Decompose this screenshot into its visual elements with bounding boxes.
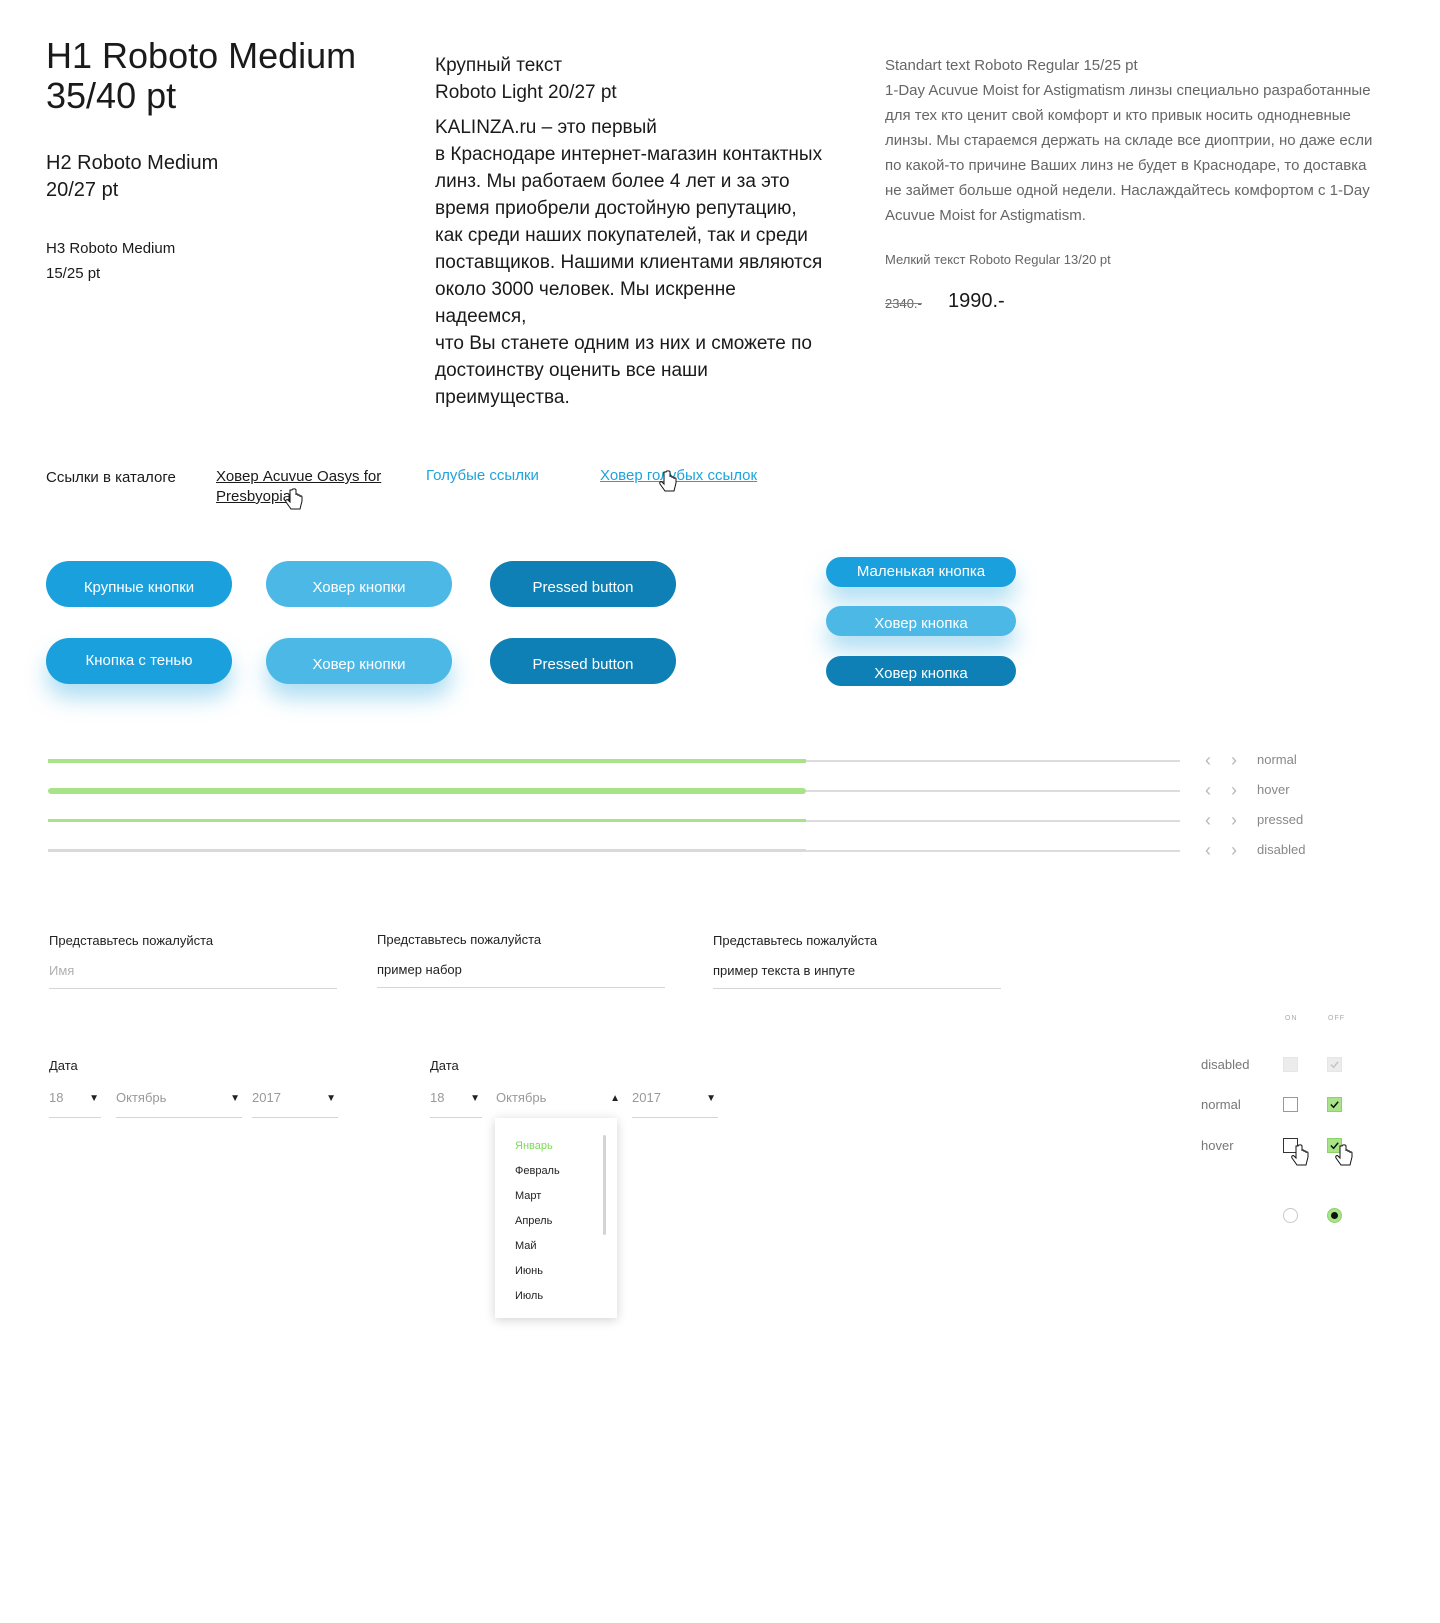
checkbox-off-header: OFF: [1328, 1015, 1345, 1022]
large-button-pressed[interactable]: Pressed button: [490, 561, 676, 607]
checkbox-state-label: disabled: [1201, 1057, 1250, 1072]
chevron-left-icon[interactable]: ‹: [1205, 781, 1211, 799]
year-value: 2017: [252, 1090, 281, 1105]
year-select[interactable]: 2017 ▼: [252, 1088, 338, 1118]
h1-line-2: 35/40 pt: [46, 75, 177, 116]
slider-state-label: pressed: [1257, 812, 1304, 827]
h1-sample: H1 Roboto Medium 35/40 pt: [46, 36, 356, 116]
chevron-left-icon: ‹: [1205, 840, 1211, 860]
chevron-right-icon[interactable]: ›: [1231, 751, 1237, 769]
small-button-hover[interactable]: Ховер кнопка: [826, 606, 1016, 636]
blue-link-hover[interactable]: Ховер голубых ссылок: [600, 467, 757, 484]
month-value: Октябрь: [116, 1090, 167, 1105]
blue-link[interactable]: Голубые ссылки: [426, 467, 539, 484]
standard-text-body: 1-Day Acuvue Moist for Astigmatism линзы…: [885, 82, 1373, 224]
caret-up-icon: ▲: [610, 1093, 620, 1104]
checkbox-on-header: ON: [1285, 1015, 1298, 1022]
month-option[interactable]: Январь: [515, 1140, 553, 1152]
large-text-title-line-1: Крупный текст: [435, 55, 563, 76]
checkbox-disabled-unchecked: [1283, 1057, 1298, 1072]
slider-fill-hover: [48, 788, 807, 794]
chevron-right-icon[interactable]: ›: [1231, 781, 1237, 799]
h3-sample: H3 Roboto Medium 15/25 pt: [46, 236, 175, 286]
chevron-left-icon[interactable]: ‹: [1205, 811, 1211, 829]
checkmark-icon: [1330, 1061, 1339, 1069]
date-label: Дата: [430, 1058, 459, 1073]
month-option[interactable]: Апрель: [515, 1215, 552, 1227]
h3-line-2: 15/25 pt: [46, 265, 101, 282]
shadow-button[interactable]: Кнопка с тенью: [46, 638, 232, 684]
new-price: 1990.-: [948, 290, 1005, 312]
small-text-title: Мелкий текст Roboto Regular 13/20 pt: [885, 252, 1111, 267]
h2-line-1: H2 Roboto Medium: [46, 152, 219, 174]
checkbox-state-label: normal: [1201, 1097, 1241, 1112]
slider-fill-disabled: [48, 849, 807, 852]
chevron-left-icon[interactable]: ‹: [1205, 751, 1211, 769]
h2-sample: H2 Roboto Medium 20/27 pt: [46, 150, 218, 204]
h1-line-1: H1 Roboto Medium: [46, 35, 357, 76]
day-value: 18: [430, 1090, 445, 1105]
hand-pointer-icon: [285, 488, 303, 510]
slider-state-label: hover: [1257, 782, 1290, 797]
old-price: 2340.-: [885, 296, 922, 311]
checkbox-unchecked[interactable]: [1283, 1097, 1298, 1112]
hand-pointer-icon: [1335, 1144, 1353, 1166]
month-option[interactable]: Март: [515, 1190, 541, 1202]
large-button-hover[interactable]: Ховер кнопки: [266, 561, 452, 607]
name-input-typing[interactable]: [377, 962, 665, 988]
shadow-button-pressed[interactable]: Pressed button: [490, 638, 676, 684]
month-select[interactable]: Октябрь ▼: [116, 1088, 242, 1118]
month-option[interactable]: Июнь: [515, 1265, 543, 1277]
radio-off[interactable]: [1283, 1208, 1298, 1223]
slider-fill-normal: [48, 759, 807, 763]
chevron-right-icon[interactable]: ›: [1231, 811, 1237, 829]
name-field-label: Представьтесь пожалуйста: [713, 933, 878, 948]
name-input[interactable]: [49, 963, 337, 989]
caret-down-icon: ▼: [89, 1093, 99, 1104]
slider-state-label: normal: [1257, 752, 1297, 767]
day-select[interactable]: 18 ▼: [49, 1088, 101, 1118]
caret-down-icon: ▼: [230, 1093, 240, 1104]
radio-on[interactable]: [1327, 1208, 1342, 1223]
month-value: Октябрь: [496, 1090, 547, 1105]
hand-pointer-icon: [659, 470, 677, 492]
catalog-links-label: Ссылки в каталоге: [46, 469, 176, 486]
slider-fill-pressed: [48, 819, 807, 822]
h2-line-2: 20/27 pt: [46, 179, 119, 201]
small-button-pressed[interactable]: Ховер кнопка: [826, 656, 1016, 686]
dropdown-scrollbar[interactable]: [603, 1135, 606, 1235]
month-option[interactable]: Июль: [515, 1290, 543, 1302]
large-text-title: Крупный текст Roboto Light 20/27 pt: [435, 52, 617, 106]
caret-down-icon: ▼: [706, 1093, 716, 1104]
month-dropdown-list: Январь Февраль Март Апрель Май Июнь Июль: [495, 1118, 617, 1318]
large-text-title-line-2: Roboto Light 20/27 pt: [435, 82, 617, 103]
shadow-button-hover[interactable]: Ховер кнопки: [266, 638, 452, 684]
name-field-label: Представьтесь пожалуйста: [49, 933, 214, 948]
checkbox-disabled-checked: [1327, 1057, 1342, 1072]
caret-down-icon: ▼: [326, 1093, 336, 1104]
date-label: Дата: [49, 1058, 78, 1073]
name-field-label: Представьтесь пожалуйста: [377, 932, 542, 947]
year-value: 2017: [632, 1090, 661, 1105]
caret-down-icon: ▼: [470, 1093, 480, 1104]
chevron-right-icon: ›: [1231, 840, 1237, 860]
checkbox-state-label: hover: [1201, 1138, 1234, 1153]
day-value: 18: [49, 1090, 64, 1105]
month-option[interactable]: Май: [515, 1240, 537, 1252]
hand-pointer-icon: [1291, 1144, 1309, 1166]
large-button[interactable]: Крупные кнопки: [46, 561, 232, 607]
small-button[interactable]: Маленькая кнопка: [826, 557, 1016, 587]
month-select-open[interactable]: Октябрь ▲: [496, 1088, 622, 1118]
slider-state-label: disabled: [1257, 842, 1306, 857]
radio-dot: [1331, 1212, 1338, 1219]
year-select[interactable]: 2017 ▼: [632, 1088, 718, 1118]
name-input-filled[interactable]: [713, 963, 1001, 989]
checkmark-icon: [1330, 1101, 1339, 1109]
month-option[interactable]: Февраль: [515, 1165, 560, 1177]
day-select[interactable]: 18 ▼: [430, 1088, 482, 1118]
large-text-body: KALINZA.ru – это первый в Краснодаре инт…: [435, 117, 823, 408]
checkbox-checked[interactable]: [1327, 1097, 1342, 1112]
standard-text-title: Standart text Roboto Regular 15/25 pt: [885, 57, 1138, 74]
h3-line-1: H3 Roboto Medium: [46, 240, 176, 257]
